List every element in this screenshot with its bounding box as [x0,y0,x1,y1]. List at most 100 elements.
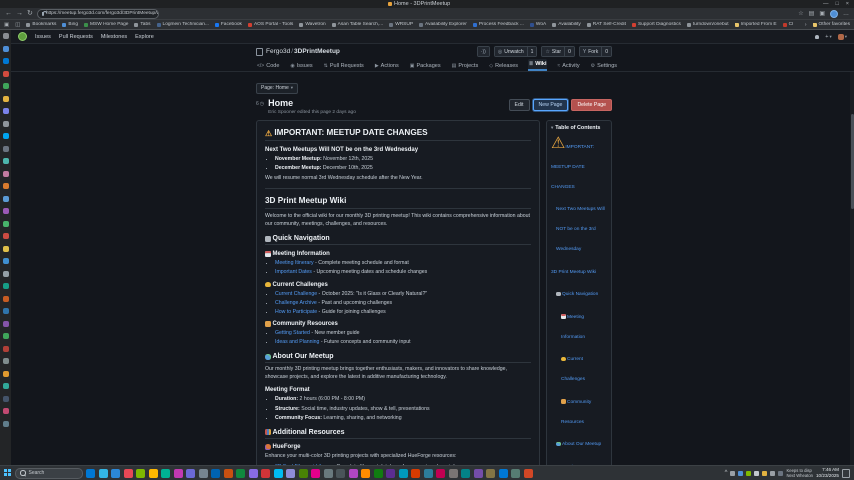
vertical-tab-favicon[interactable] [3,396,9,402]
tray-icon[interactable] [738,471,743,476]
maximize-icon[interactable]: □ [835,1,838,7]
tab-settings[interactable]: ⚙Settings [590,61,618,71]
taskbar-app-icon[interactable] [136,469,145,478]
taskbar-app-icon[interactable] [311,469,320,478]
navbar-item-pull-requests[interactable]: Pull Requests [59,34,93,40]
taskbar-app-icon[interactable] [474,469,483,478]
tray-icon[interactable] [770,471,775,476]
tab-packages[interactable]: ▣Packages [409,61,442,71]
vertical-tab-favicon[interactable] [3,246,9,252]
tray-overflow-icon[interactable]: ^ [725,470,728,476]
vertical-tab-favicon[interactable] [3,196,9,202]
fork-button[interactable]: YFork0 [579,46,612,57]
bookmark-item[interactable]: Bookmarks [26,22,56,27]
vertical-tab-favicon[interactable] [3,383,9,389]
other-favorites[interactable]: Other favorites [813,22,850,27]
back-icon[interactable]: ← [5,10,12,17]
bookmark-item[interactable]: RAT Self-Credit [587,22,626,27]
taskbar-app-icon[interactable] [399,469,408,478]
tab-actions-icon[interactable]: ▣ [4,22,9,28]
vertical-tab-favicon[interactable] [3,158,9,164]
bookmark-item[interactable]: Bing [62,22,78,27]
taskbar-app-icon[interactable] [436,469,445,478]
vertical-tab-favicon[interactable] [3,321,9,327]
taskbar-app-icon[interactable] [324,469,333,478]
taskbar-app-icon[interactable] [299,469,308,478]
vertical-tab-favicon[interactable] [3,333,9,339]
taskbar-app-icon[interactable] [199,469,208,478]
navbar-item-issues[interactable]: Issues [35,34,51,40]
vertical-tab-favicon[interactable] [3,108,9,114]
close-icon[interactable]: × [846,1,849,7]
taskbar-clock[interactable]: 7:46 AM 10/23/2025 [816,467,839,478]
browser-scrollbar[interactable] [850,72,854,465]
rss-button[interactable]: ·)) [477,46,490,57]
profile-avatar[interactable] [830,10,838,18]
vertical-tab-favicon[interactable] [3,346,9,352]
tray-icon[interactable] [754,471,759,476]
start-button[interactable] [4,469,12,477]
tab-wiki[interactable]: ≣Wiki [528,59,547,71]
taskbar-app-icon[interactable] [499,469,508,478]
taskbar-app-icon[interactable] [486,469,495,478]
vertical-tab-favicon[interactable] [3,408,9,414]
navbar-item-explore[interactable]: Explore [135,34,154,40]
taskbar-app-icon[interactable] [274,469,283,478]
vertical-tab-favicon[interactable] [3,46,9,52]
bookmarks-overflow-icon[interactable]: › [805,22,807,28]
more-menu-icon[interactable]: … [843,11,849,17]
content-link[interactable]: Ideas and Planning [275,339,319,345]
taskbar-app-icon[interactable] [261,469,270,478]
tab-releases[interactable]: ◇Releases [488,61,519,71]
vertical-tab-favicon[interactable] [3,146,9,152]
taskbar-app-icon[interactable] [411,469,420,478]
taskbar-app-icon[interactable] [99,469,108,478]
bookmark-item[interactable]: turndown/onebut [687,22,729,27]
content-link[interactable]: Current Challenge [275,291,317,297]
star-button[interactable]: ☆Star0 [541,46,574,57]
taskbar-app-icon[interactable] [449,469,458,478]
forward-icon[interactable]: → [16,10,23,17]
vertical-tab-favicon[interactable] [3,183,9,189]
unwatch-button[interactable]: ◎Unwatch1 [494,46,538,57]
vertical-tab-favicon[interactable] [3,58,9,64]
bookmark-item[interactable]: Availability [552,22,581,27]
extensions-icon[interactable]: ▣ [819,11,825,17]
tab-issues[interactable]: ◉Issues [289,61,313,71]
vertical-tab-favicon[interactable] [3,33,9,39]
delete-page-button[interactable]: Delete Page [571,99,612,111]
taskbar-app-icon[interactable] [236,469,245,478]
taskbar-app-icon[interactable] [349,469,358,478]
taskbar-app-icon[interactable] [336,469,345,478]
new-page-button[interactable]: New Page [533,99,569,111]
tab-projects[interactable]: ▤Projects [451,61,480,71]
taskbar-app-icon[interactable] [211,469,220,478]
page-selector-dropdown[interactable]: Page: Home▾ [256,83,298,94]
vertical-tab-favicon[interactable] [3,371,9,377]
taskbar-app-icon[interactable] [511,469,520,478]
vertical-tab-favicon[interactable] [3,133,9,139]
toc-link[interactable]: Current Challenges [561,357,585,382]
scrollbar-thumb[interactable] [851,114,854,209]
minimize-icon[interactable]: — [823,1,829,7]
notifications-bell-icon[interactable] [815,35,819,39]
bookmark-item[interactable]: WoA [530,22,546,27]
taskbar-app-icon[interactable] [461,469,470,478]
vertical-tab-favicon[interactable] [3,271,9,277]
toc-link[interactable]: 3D Print Meetup Wiki [551,270,596,275]
bookmark-item[interactable]: Process Feedback ... [473,22,524,27]
vertical-tab-favicon[interactable] [3,83,9,89]
tray-icon[interactable] [778,471,783,476]
notification-center-icon[interactable] [842,469,850,478]
taskbar-app-icon[interactable] [174,469,183,478]
bookmark-item[interactable]: MSW Home Page [84,22,128,27]
toc-link[interactable]: Next Two Meetups Will NOT be on the 3rd … [556,207,605,252]
toc-collapse-icon[interactable]: ▾ [551,125,553,131]
vertical-tab-favicon[interactable] [3,221,9,227]
bookmark-item[interactable]: Logmein Technician... [157,22,209,27]
taskbar-app-icon[interactable] [424,469,433,478]
bookmark-item[interactable]: ChildApp - Hardwa... [783,22,793,27]
bookmark-item[interactable]: Tabs [134,22,150,27]
content-link[interactable]: 3D Fuel Filament Library [275,464,332,465]
taskbar-app-icon[interactable] [149,469,158,478]
